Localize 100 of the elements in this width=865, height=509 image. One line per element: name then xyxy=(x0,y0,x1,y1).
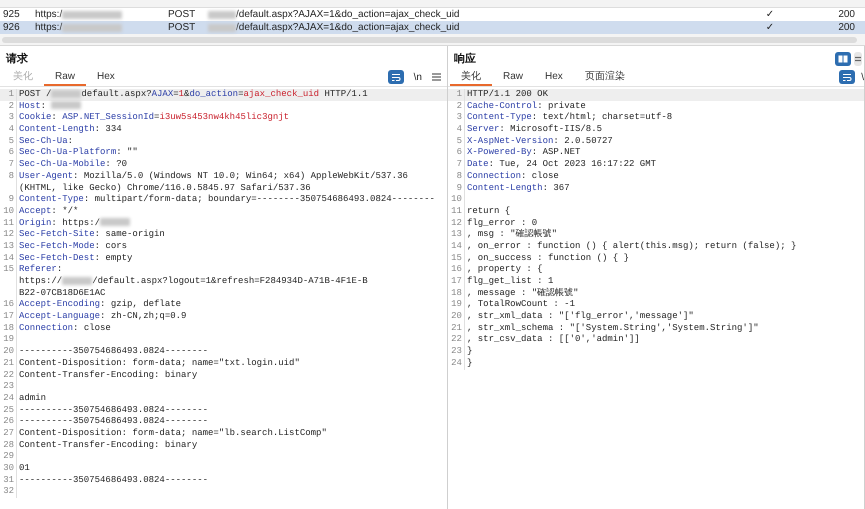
line-number: 22 xyxy=(0,370,17,382)
newline-toggle[interactable]: \n xyxy=(414,72,422,82)
code-line: , on_error : function () { alert(this.msg); return (false); } xyxy=(466,240,796,253)
pane-title: 请求 xyxy=(6,52,28,67)
method-cell-text: POST xyxy=(167,22,196,33)
wrap-icon[interactable] xyxy=(388,70,404,84)
editor-tab[interactable]: Hex xyxy=(86,68,126,86)
line-number: 32 xyxy=(0,486,17,498)
line-number: 14 xyxy=(448,240,465,253)
code-line: Sec-Ch-Ua-Mobile: ?0 xyxy=(18,159,128,171)
line-number: 8 xyxy=(448,170,465,182)
row-number: 926 xyxy=(2,22,21,33)
url-cell: /default.aspx?AJAX=1&do_action=ajax_check_uid xyxy=(205,22,740,33)
line-number: 17 xyxy=(448,276,465,288)
line-number: 4 xyxy=(0,124,17,136)
row-number: 925 xyxy=(2,9,21,20)
code-line: Date: Tue, 24 Oct 2023 16:17:22 GMT xyxy=(466,159,656,171)
line-number: 23 xyxy=(0,381,17,393)
code-line: POST / default.aspx?AJAX=1&do_action=ajax_check_uid HTTP/1.1 xyxy=(18,89,368,101)
code-line: } xyxy=(466,346,472,358)
code-line: flg_error : 0 xyxy=(466,218,538,228)
code-line: Content-Transfer-Encoding: binary xyxy=(18,440,198,452)
editor-tab[interactable]: 页面渲染 xyxy=(574,68,636,86)
line-number: 7 xyxy=(448,159,465,171)
line-number: 20 xyxy=(448,311,465,323)
editor-tab[interactable]: Raw xyxy=(44,68,86,86)
line-number: 19 xyxy=(0,334,17,346)
line-number: 11 xyxy=(0,218,17,230)
code-line: Content-Transfer-Encoding: binary xyxy=(18,370,198,382)
split-view-icon[interactable] xyxy=(835,52,851,66)
code-line: , msg : "確認帳號" xyxy=(466,229,557,241)
line-number: 5 xyxy=(0,136,17,148)
line-number: 1 xyxy=(448,89,465,101)
redacted-text xyxy=(51,90,82,98)
wrap-icon[interactable] xyxy=(839,70,856,84)
code-line: , TotalRowCount : -1 xyxy=(466,299,575,312)
code-line: Content-Length: 334 xyxy=(18,124,122,136)
code-line: Connection: close xyxy=(18,322,111,334)
editor-tab[interactable]: Hex xyxy=(534,68,574,86)
code-line: return { xyxy=(466,206,510,218)
history-row[interactable]: 926 https:/ POST /default.aspx?AJAX=1&do_action=ajax_check_uid ✓ 200 xyxy=(0,21,865,34)
code-line: , message : "確認帳號" xyxy=(466,288,579,300)
line-number: 26 xyxy=(0,416,17,428)
line-number: 29 xyxy=(0,451,17,463)
code-line: Sec-Ch-Ua-Platform: "" xyxy=(18,147,138,160)
line-number: 10 xyxy=(448,194,465,206)
line-number: 15 xyxy=(0,264,17,276)
code-line: Origin: https:/ xyxy=(17,218,130,230)
line-number: 2 xyxy=(0,100,17,112)
line-number: 3 xyxy=(448,112,465,124)
pane-title: 响应 xyxy=(454,52,476,67)
line-number: 12 xyxy=(448,218,465,230)
line-number: 11 xyxy=(448,206,465,218)
line-number: 18 xyxy=(448,288,465,300)
code-line: , str_xml_data : "['flg_error','message']" xyxy=(466,311,694,323)
editor-tab[interactable]: Raw xyxy=(492,68,534,86)
code-line: User-Agent: Mozilla/5.0 (Windows NT 10.0; Win64; x64) AppleWebKit/537.36 xyxy=(18,170,408,182)
code-line: ----------350754686493.0824-------- xyxy=(18,346,208,358)
params-cell-text: ✓ xyxy=(764,9,776,20)
line-number: 1 xyxy=(0,89,17,101)
newline-toggle[interactable]: \ xyxy=(861,72,864,82)
code-line: B22-07CB18D6E1AC xyxy=(18,288,106,300)
code-line: X-AspNet-Version: 2.0.50727 xyxy=(466,136,613,148)
code-line: (KHTML, like Gecko) Chrome/116.0.5845.97 Safari/537.36 xyxy=(18,182,311,194)
code-line: Host: xyxy=(17,100,82,112)
line-number: 13 xyxy=(0,240,17,253)
line-number: 16 xyxy=(0,299,17,312)
redacted-text xyxy=(51,101,82,110)
code-line: Cookie: ASP.NET_SessionId=i3uw5s453nw4kh45lic3gnjt xyxy=(18,112,290,124)
line-number: 13 xyxy=(448,229,465,241)
list-view-icon[interactable] xyxy=(854,52,862,66)
line-number: 20 xyxy=(0,346,17,358)
line-number: 2 xyxy=(448,100,465,112)
code-line: Content-Disposition: form-data; name="lb.search.ListComp" xyxy=(18,428,327,440)
line-number: 16 xyxy=(448,264,465,276)
line-number: 4 xyxy=(448,124,465,136)
line-number: 9 xyxy=(448,182,465,194)
line-number: 24 xyxy=(448,358,465,370)
code-line: Content-Length: 367 xyxy=(466,182,570,194)
redacted-text xyxy=(62,276,92,285)
code-line: Accept-Encoding: gzip, deflate xyxy=(18,299,182,312)
line-number: 3 xyxy=(0,112,17,124)
line-number: 22 xyxy=(448,334,465,346)
code-line: HTTP/1.1 200 OK xyxy=(466,89,548,101)
host-cell: https:/ xyxy=(32,22,165,33)
code-line: Content-Type: text/html; charset=utf-8 xyxy=(466,112,672,124)
line-number: 24 xyxy=(0,392,17,405)
code-line: flg_get_list : 1 xyxy=(466,276,554,288)
code-line: Accept: */* xyxy=(18,206,78,218)
line-number: 30 xyxy=(0,463,17,475)
code-line: 01 xyxy=(18,463,30,475)
editor-tab[interactable]: 美化 xyxy=(450,68,492,86)
code-line: ----------350754686493.0824-------- xyxy=(18,404,208,416)
line-number: 31 xyxy=(0,474,17,486)
code-line: , str_xml_schema : "['System.String','System.String']" xyxy=(466,322,759,334)
method-cell-text: POST xyxy=(167,9,196,20)
code-line: , on_success : function () { } xyxy=(466,252,629,264)
line-number: 17 xyxy=(0,311,17,323)
menu-icon[interactable] xyxy=(432,73,441,81)
redacted-text xyxy=(100,218,130,226)
